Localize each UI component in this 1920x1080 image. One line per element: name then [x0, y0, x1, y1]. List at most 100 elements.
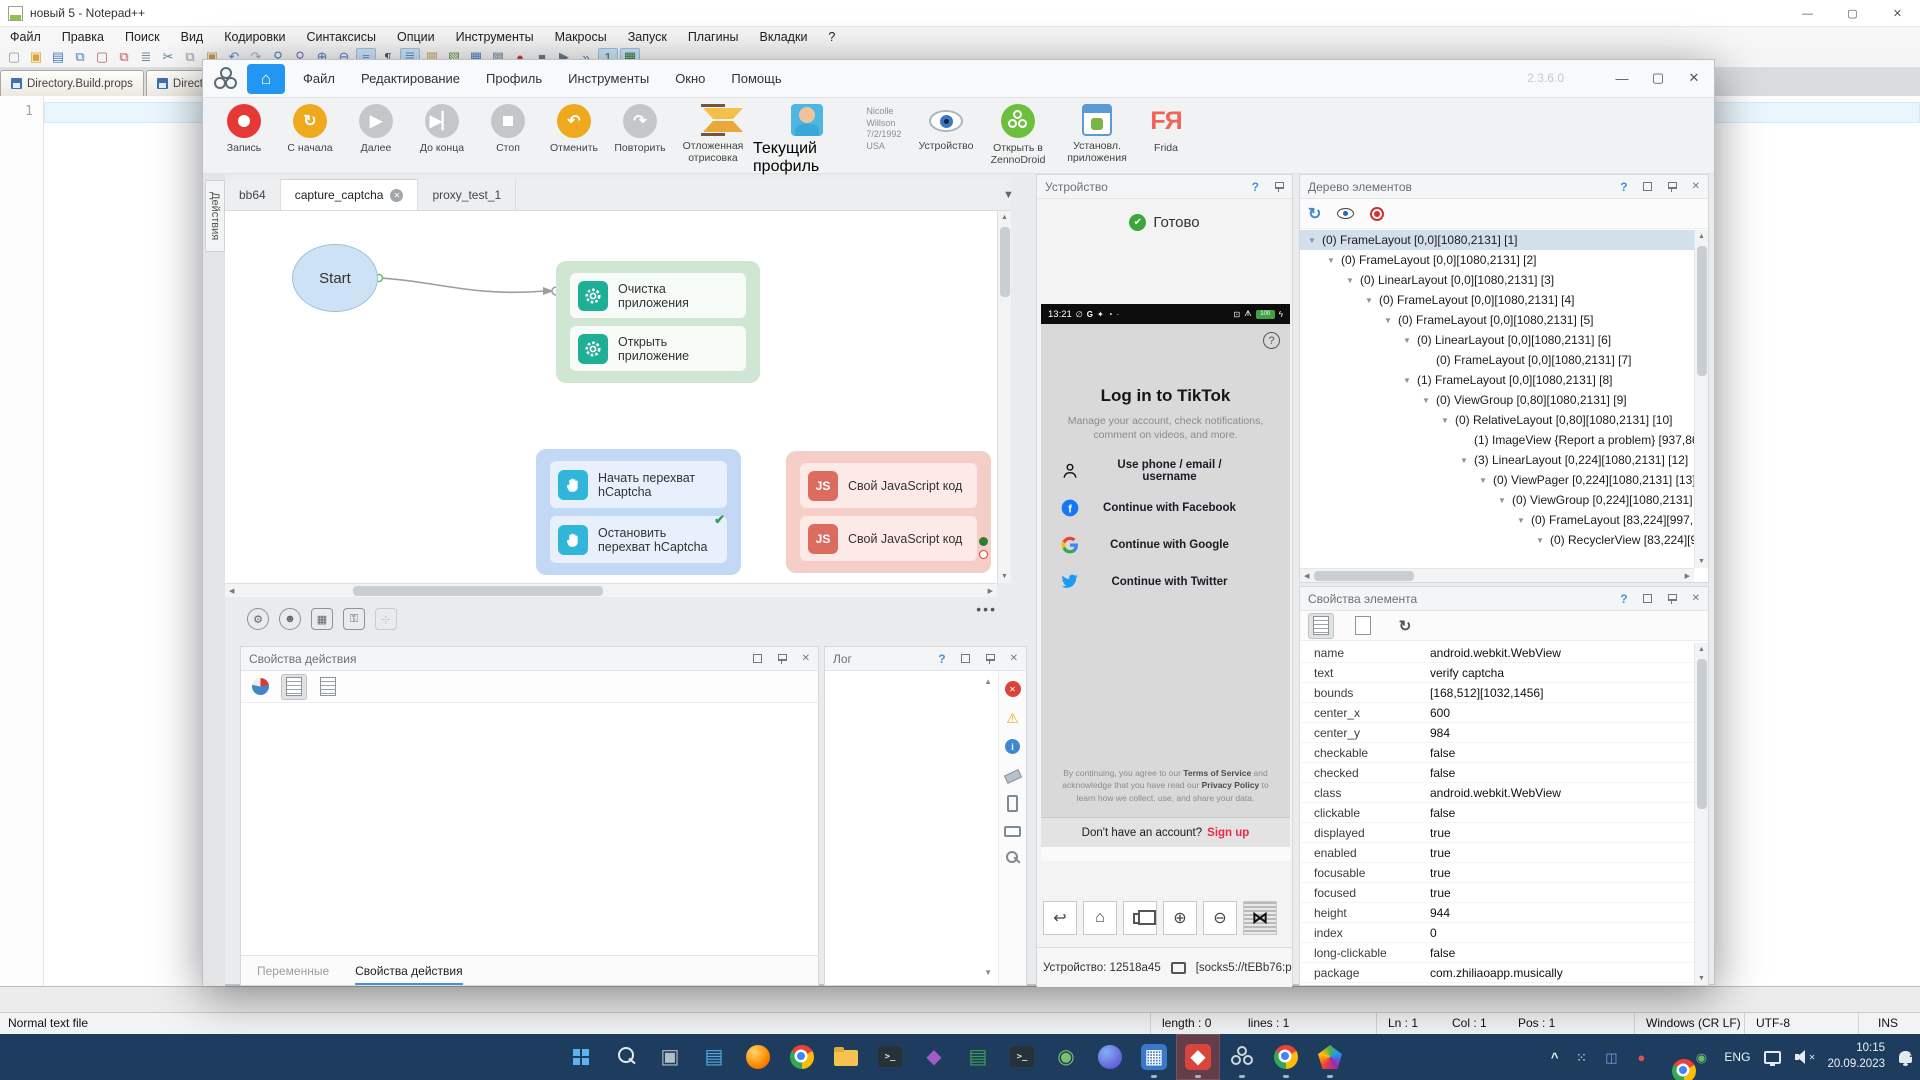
taskbar-app-icon[interactable]: ◉ — [1044, 1034, 1088, 1080]
bottom-tab[interactable]: Свойства действия — [355, 956, 462, 985]
taskbar-app-icon[interactable]: >_ — [868, 1034, 912, 1080]
app-menu-item[interactable]: Файл — [303, 71, 335, 86]
project-tab[interactable]: capture_captcha ✕ — [281, 179, 419, 210]
maximize-panel-icon[interactable] — [1643, 594, 1652, 603]
tree-row[interactable]: ▼ (0) ViewPager [0,224][1080,2131] [13] — [1300, 470, 1694, 490]
action-row-start-capture[interactable]: Начать перехват hCaptcha — [550, 461, 727, 508]
info-filter-icon[interactable]: i — [1005, 739, 1020, 754]
device-view-button[interactable]: Устройство — [913, 104, 979, 152]
tree-row[interactable]: ▼ (0) ViewGroup [0,224][1080,2131] [14] — [1300, 490, 1694, 510]
taskbar-app-icon[interactable]: ◆ — [912, 1034, 956, 1080]
app-menu-item[interactable]: Инструменты — [568, 71, 649, 86]
action-row-js-2[interactable]: JS Свой JavaScript код — [800, 516, 977, 561]
pin-icon[interactable] — [985, 653, 995, 664]
doc-tab[interactable]: Directory.Build.props — [0, 70, 144, 96]
menu-item[interactable]: Опции — [397, 30, 435, 44]
property-row[interactable]: long-clickable false — [1300, 943, 1694, 963]
sign-up-link[interactable]: Sign up — [1207, 827, 1249, 839]
maximize-icon[interactable]: ▢ — [1830, 0, 1875, 27]
property-row[interactable]: center_x 600 — [1300, 703, 1694, 723]
tree-row[interactable]: ▼ (0) ViewGroup [0,80][1080,2131] [9] — [1300, 390, 1694, 410]
bottom-tab[interactable]: Переменные — [257, 956, 329, 985]
maximize-panel-icon[interactable] — [961, 654, 970, 663]
props-edit-icon[interactable] — [315, 674, 341, 700]
taskbar-chrome-icon[interactable] — [780, 1034, 824, 1080]
npp-toolbar-icon[interactable]: ▣ — [26, 48, 46, 66]
undo-button[interactable]: ↶ Отменить — [541, 104, 607, 154]
menu-item[interactable]: Инструменты — [456, 30, 534, 44]
pin-icon[interactable] — [1667, 181, 1677, 192]
taskbar-zenno-icon[interactable] — [1220, 1034, 1264, 1080]
settings-gear-icon[interactable]: ⚙ — [247, 608, 269, 630]
recents-button[interactable] — [1123, 901, 1157, 935]
chevron-down-icon[interactable]: ▼ — [1498, 496, 1512, 505]
close-panel-icon[interactable]: ✕ — [1010, 653, 1018, 664]
tree-row[interactable]: ▼ (1) ImageView {Report a problem} [937,… — [1300, 430, 1694, 450]
more-options-icon[interactable]: ••• — [976, 601, 997, 617]
display-icon[interactable] — [1764, 1051, 1781, 1064]
refresh-icon[interactable]: ↻ — [1392, 613, 1418, 639]
record-button[interactable]: Запись — [211, 104, 277, 154]
tree-vertical-scrollbar[interactable]: ▲ ▼ — [1694, 230, 1708, 568]
flow-canvas[interactable]: Start Очистка приложения Открыть приложе… — [225, 211, 997, 583]
help-icon[interactable]: ? — [938, 652, 945, 666]
npp-toolbar-icon[interactable]: ≣ — [136, 48, 156, 66]
current-profile-button[interactable]: Текущий профиль Nicolle Willson 7/2/1992… — [753, 104, 913, 176]
chevron-down-icon[interactable]: ▼ — [1308, 236, 1322, 245]
pin-icon[interactable] — [1667, 593, 1677, 604]
zoom-in-button[interactable]: ⊕ — [1163, 901, 1197, 935]
warnings-filter-icon[interactable]: ⚠ — [1006, 711, 1019, 725]
taskbar-start-icon[interactable] — [560, 1034, 604, 1080]
tray-icon[interactable]: ◫ — [1602, 1048, 1620, 1066]
project-tab[interactable]: proxy_test_1 ✕ — [418, 179, 516, 210]
hidden-icons-chevron[interactable]: ^ — [1551, 1050, 1559, 1065]
taskbar-app-icon[interactable]: ▦ — [1132, 1034, 1176, 1080]
tree-row[interactable]: ▼ (1) FrameLayout [0,0][1080,2131] [8] — [1300, 370, 1694, 390]
installed-apps-button[interactable]: Установл. приложения — [1057, 104, 1137, 164]
help-icon[interactable]: ? — [1620, 180, 1627, 194]
restart-button[interactable]: ↻ С начала — [277, 104, 343, 154]
action-row-js-1[interactable]: JS Свой JavaScript код — [800, 463, 977, 508]
npp-toolbar-icon[interactable]: ⧉ — [70, 48, 90, 66]
property-row[interactable]: checked false — [1300, 763, 1694, 783]
npp-toolbar-icon[interactable]: ⧉ — [180, 48, 200, 66]
property-row[interactable]: class android.webkit.WebView — [1300, 783, 1694, 803]
close-icon[interactable]: ✕ — [1875, 0, 1920, 27]
refresh-icon[interactable]: ↻ — [1308, 204, 1321, 224]
property-row[interactable]: index 0 — [1300, 923, 1694, 943]
menu-item[interactable]: Вкладки — [759, 30, 807, 44]
clear-log-icon[interactable] — [1003, 769, 1021, 784]
language-indicator[interactable]: ENG — [1724, 1050, 1750, 1064]
frida-button[interactable]: FЯ Frida — [1137, 104, 1195, 154]
grid-icon[interactable]: ▦ — [311, 608, 333, 630]
home-button[interactable]: ⌂ — [1083, 901, 1117, 935]
taskbar-app-icon[interactable]: ▤ — [956, 1034, 1000, 1080]
property-row[interactable]: text verify captcha — [1300, 663, 1694, 683]
menu-item[interactable]: Вид — [181, 30, 204, 44]
pin-icon[interactable] — [1274, 181, 1284, 192]
app-minimize-icon[interactable]: — — [1608, 64, 1636, 92]
tray-icon[interactable]: ⁙ — [1572, 1048, 1590, 1066]
home-button[interactable]: ⌂ — [247, 64, 285, 94]
tray-icon[interactable] — [1662, 1048, 1680, 1066]
lock-icon[interactable]: ⚿ — [343, 608, 365, 630]
property-row[interactable]: name android.webkit.WebView — [1300, 643, 1694, 663]
app-maximize-icon[interactable]: ▢ — [1644, 64, 1672, 92]
action-row-stop-capture[interactable]: Остановить перехват hCaptcha ✔ — [550, 516, 727, 563]
pie-view-icon[interactable] — [247, 674, 273, 700]
app-menu-item[interactable]: Окно — [675, 71, 705, 86]
close-tab-icon[interactable]: ✕ — [390, 189, 403, 202]
help-icon[interactable]: ? — [1620, 592, 1627, 606]
app-menu-item[interactable]: Помощь — [731, 71, 781, 86]
chevron-down-icon[interactable]: ▼ — [1403, 336, 1417, 345]
canvas-horizontal-scrollbar[interactable]: ◀ ▶ — [225, 583, 997, 597]
taskbar-search-icon[interactable] — [604, 1034, 648, 1080]
tiktok-help-icon[interactable]: ? — [1263, 332, 1280, 349]
tree-row[interactable]: ▼ (0) RelativeLayout [0,80][1080,2131] [… — [1300, 410, 1694, 430]
taskbar-app-icon[interactable]: ▣ — [648, 1034, 692, 1080]
chevron-down-icon[interactable]: ▼ — [1422, 396, 1436, 405]
npp-toolbar-icon[interactable]: ▢ — [4, 48, 24, 66]
taskbar-app-icon[interactable] — [1308, 1034, 1352, 1080]
actions-tab[interactable]: Действия — [205, 180, 225, 252]
chevron-down-icon[interactable]: ▼ — [1460, 456, 1474, 465]
